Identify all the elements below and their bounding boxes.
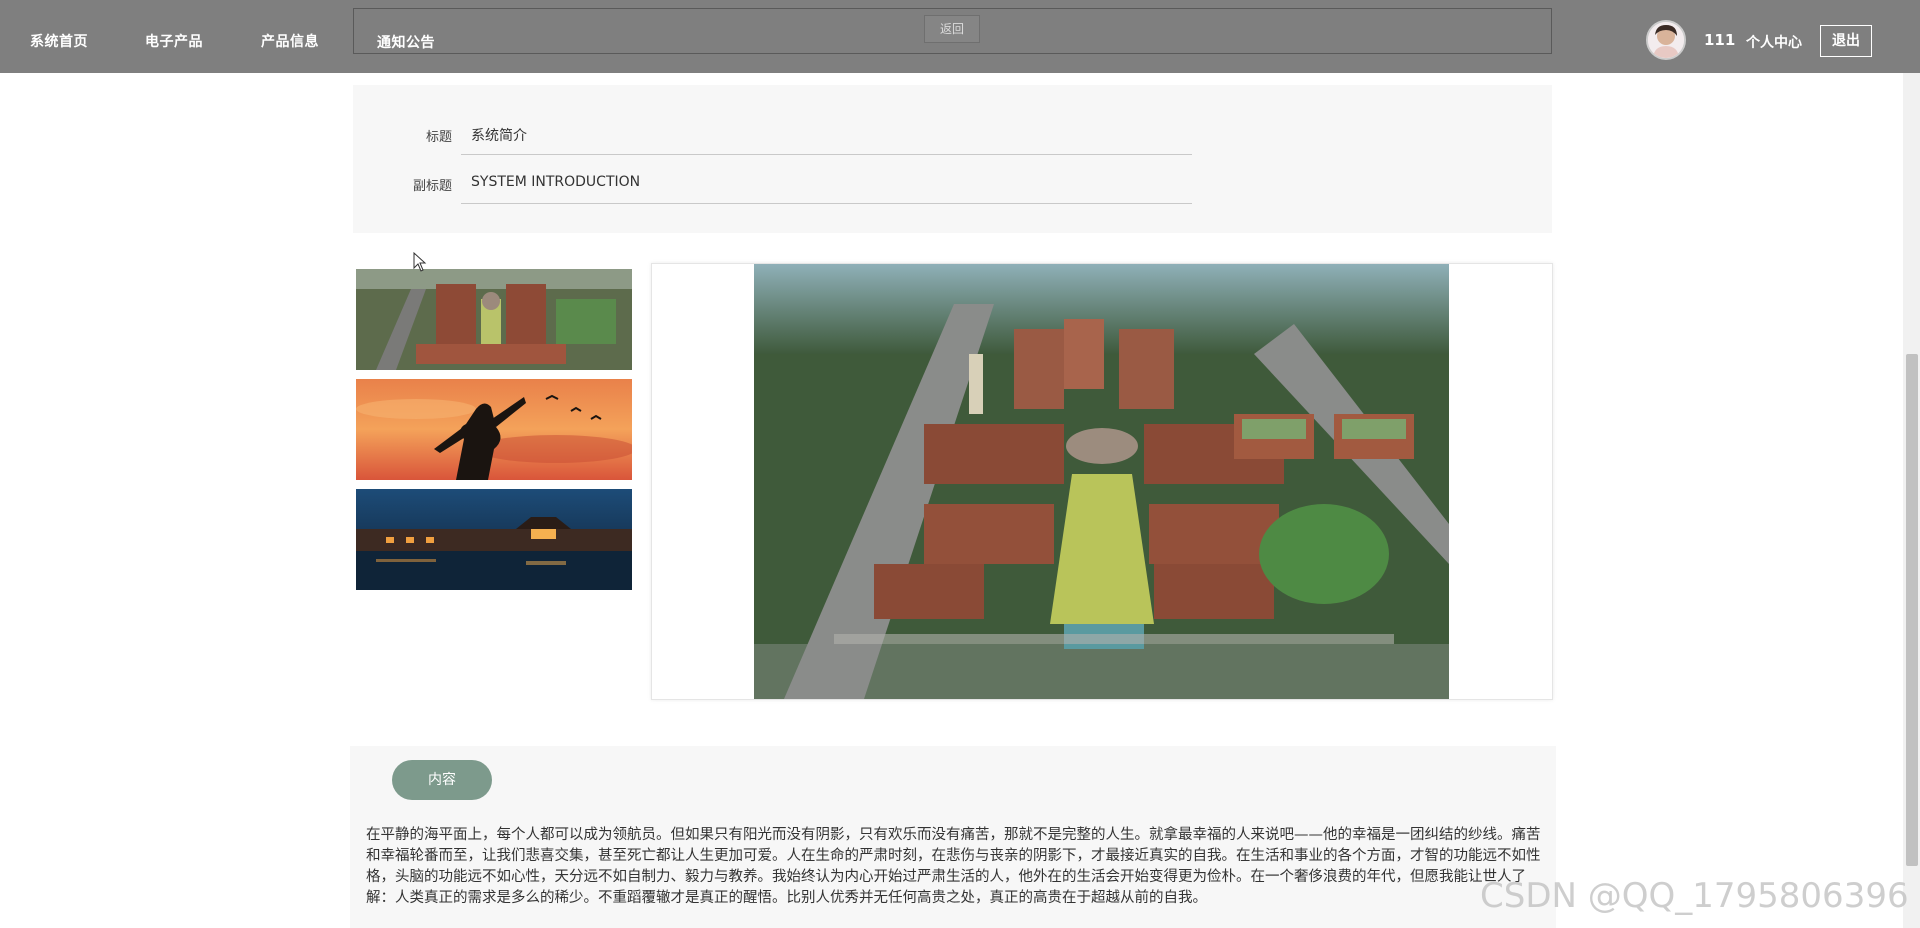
detail-form: 标题 [353, 85, 1552, 233]
subtitle-label: 副标题 [412, 179, 452, 194]
logout-button[interactable]: 退出 [1820, 25, 1872, 57]
page-scrollbar-thumb[interactable] [1906, 354, 1918, 866]
mouse-cursor-icon [413, 252, 427, 272]
content-tab[interactable]: 内容 [392, 760, 492, 800]
title-field: 系统简介 [471, 128, 527, 144]
avatar[interactable] [1646, 20, 1686, 60]
thumbnail-campus[interactable] [356, 269, 632, 370]
title-label: 标题 [425, 130, 452, 145]
thumbnail-night-gate[interactable] [356, 489, 632, 590]
back-button[interactable]: 返回 [924, 15, 980, 43]
user-center-link[interactable]: 个人中心 [1746, 32, 1802, 52]
top-nav-bar: 系统首页 电子产品 产品信息 通知公告 返回 111 个人中心 退出 [0, 0, 1920, 73]
subtitle-field: SYSTEM INTRODUCTION [471, 174, 641, 190]
main-campus-image [754, 264, 1449, 699]
username: 111 [1704, 31, 1736, 49]
campus-aerial-image [754, 264, 1449, 699]
nav-item-electronics[interactable]: 电子产品 [145, 31, 203, 51]
nav-item-home[interactable]: 系统首页 [30, 31, 88, 51]
silhouette-thumbnail-image [356, 379, 632, 480]
nav-item-notice[interactable]: 通知公告 [377, 32, 435, 52]
avatar-image [1648, 22, 1684, 58]
watermark: CSDN @QQ_1795806396 [1480, 876, 1909, 916]
content-text: 在平静的海平面上，每个人都可以成为领航员。但如果只有阳光而没有阴影，只有欢乐而没… [366, 827, 1541, 906]
main-image-frame [651, 263, 1553, 700]
campus-thumbnail-image [356, 269, 632, 370]
title-underline [461, 154, 1192, 155]
thumbnail-silhouette[interactable] [356, 379, 632, 480]
subtitle-underline [461, 203, 1192, 204]
content-panel: 内容 在平静的海平面上，每个人都可以成为领航员。但如果只有阳光而没有阴影，只有欢… [350, 746, 1556, 928]
night-gate-thumbnail-image [356, 489, 632, 590]
nav-item-product-info[interactable]: 产品信息 [261, 31, 319, 51]
